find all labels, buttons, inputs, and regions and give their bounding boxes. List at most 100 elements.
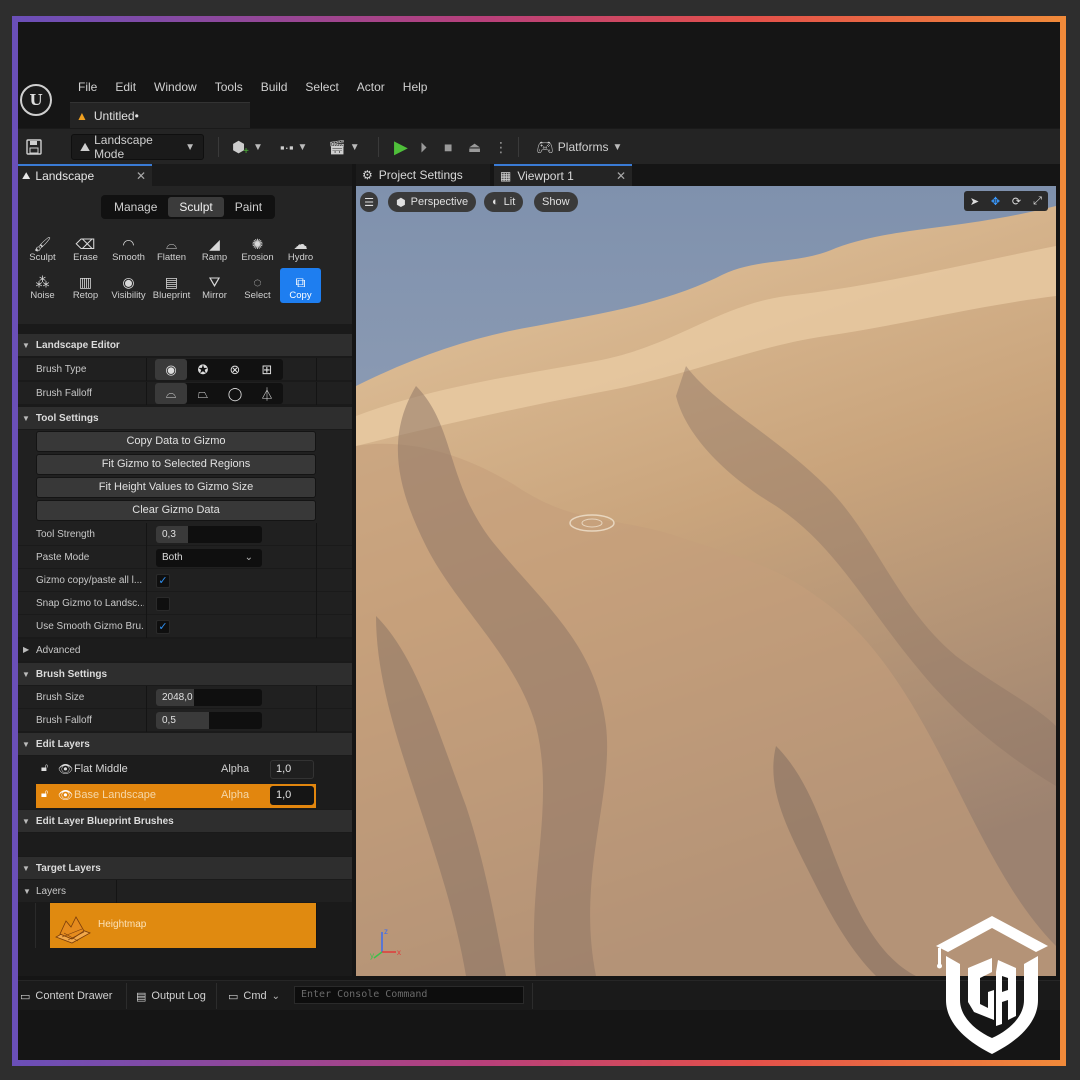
tool-flatten[interactable]: ⌓ Flatten	[151, 230, 192, 265]
brush-size-slider[interactable]: 2048,0	[156, 689, 262, 706]
section-blueprint-brushes[interactable]: ▼ Edit Layer Blueprint Brushes	[18, 810, 352, 832]
menu-tools[interactable]: Tools	[206, 80, 252, 94]
save-icon[interactable]	[26, 134, 42, 160]
landscape-tab[interactable]: ⛰ Landscape ✕	[18, 164, 152, 186]
column-divider	[316, 709, 317, 732]
content-drawer-button[interactable]: ▭ Content Drawer	[20, 987, 112, 1005]
menu-edit[interactable]: Edit	[106, 80, 145, 94]
tool-sculpt[interactable]: 🖌︎ Sculpt	[22, 230, 63, 265]
section-brush-settings[interactable]: ▼ Brush Settings	[18, 663, 352, 685]
step-button[interactable]: ⏵︎	[420, 134, 427, 160]
menu-file[interactable]: File	[69, 80, 106, 94]
circle-brush-icon[interactable]: ◉	[155, 359, 187, 380]
tool-smooth[interactable]: ◠ Smooth	[108, 230, 149, 265]
clear-gizmo-data-button[interactable]: Clear Gizmo Data	[36, 500, 316, 521]
translate-icon[interactable]: ✥	[985, 191, 1006, 211]
mode-manage[interactable]: Manage	[103, 197, 168, 217]
terrain-render	[356, 186, 1056, 976]
platforms-button[interactable]: 🎮︎ Platforms ▼	[536, 134, 622, 160]
plus-icon: +	[243, 145, 249, 157]
unreal-logo-icon[interactable]: U	[20, 84, 52, 116]
tool-mirror[interactable]: ⛛ Mirror	[194, 268, 235, 303]
scale-icon[interactable]: ⤢	[1027, 191, 1048, 211]
add-actor-button[interactable]: ⬢ + ▼	[232, 134, 263, 160]
tab-viewport-1[interactable]: ▦ Viewport 1 ✕	[494, 164, 632, 186]
alpha-input[interactable]: 1,0	[270, 786, 314, 805]
unlock-icon[interactable]: 🔓︎	[41, 762, 48, 775]
collapse-arrow-icon: ▼	[22, 669, 30, 679]
level-viewport[interactable]: ☰ ⬢ Perspective ◐ Lit Show ➤ ✥ ⟳ ⤢ z x y	[356, 186, 1056, 976]
eye-icon[interactable]: 👁︎	[58, 762, 73, 776]
section-tool-settings[interactable]: ▼ Tool Settings	[18, 407, 352, 429]
tool-blueprint[interactable]: ▤ Blueprint	[151, 268, 192, 303]
pattern-brush-icon[interactable]: ⊗	[219, 359, 251, 380]
expand-arrow-icon: ▶	[23, 645, 30, 654]
collapse-arrow-icon: ▼	[22, 816, 30, 826]
tip-falloff-icon[interactable]: ⏃	[251, 383, 283, 404]
spherical-falloff-icon[interactable]: ◯	[219, 383, 251, 404]
lit-button[interactable]: ◐ Lit	[484, 192, 524, 212]
cmd-selector[interactable]: ▭ Cmd ⌄	[228, 987, 280, 1005]
fit-gizmo-button[interactable]: Fit Gizmo to Selected Regions	[36, 454, 316, 475]
tool-strength-slider[interactable]: 0,3	[156, 526, 262, 543]
play-options-button[interactable]: ⋮	[494, 134, 508, 160]
mode-paint[interactable]: Paint	[224, 197, 273, 217]
layer-base-landscape[interactable]: 🔓︎ 👁︎ Base Landscape Alpha 1,0	[36, 784, 316, 808]
smooth-falloff-icon[interactable]: ⌓	[155, 383, 187, 404]
linear-falloff-icon[interactable]: ⏢	[187, 383, 219, 404]
tool-visibility[interactable]: ◉ Visibility	[108, 268, 149, 303]
perspective-button[interactable]: ⬢ Perspective	[388, 192, 477, 212]
select-cursor-icon[interactable]: ➤	[964, 191, 985, 211]
unlock-icon[interactable]: 🔓︎	[41, 788, 48, 801]
play-button[interactable]: ▶	[394, 134, 408, 160]
menu-window[interactable]: Window	[145, 80, 206, 94]
show-button[interactable]: Show	[534, 192, 578, 212]
close-icon[interactable]: ✕	[616, 169, 626, 183]
menu-select[interactable]: Select	[296, 80, 347, 94]
cinematics-menu-button[interactable]: 🎬︎ ▼	[328, 134, 360, 160]
tool-erosion[interactable]: ✺ Erosion	[237, 230, 278, 265]
mirror-icon: ⛛	[208, 274, 221, 290]
section-landscape-editor[interactable]: ▼ Landscape Editor	[18, 334, 352, 356]
mode-sculpt[interactable]: Sculpt	[168, 197, 224, 217]
alpha-input[interactable]: 1,0	[270, 760, 314, 779]
eject-button[interactable]: ⏏	[468, 134, 481, 160]
snap-gizmo-checkbox[interactable]	[156, 597, 170, 611]
component-brush-icon[interactable]: ⊞	[251, 359, 283, 380]
output-log-button[interactable]: ▤ Output Log	[136, 987, 206, 1005]
gizmo-copy-checkbox[interactable]: ✓	[156, 574, 170, 588]
tool-erase[interactable]: ⌫ Erase	[65, 230, 106, 265]
log-icon: ▤	[136, 990, 147, 1003]
menu-actor[interactable]: Actor	[348, 80, 394, 94]
menu-build[interactable]: Build	[252, 80, 297, 94]
heightmap-layer[interactable]: Heightmap	[50, 903, 316, 948]
layers-row[interactable]: ▼ Layers	[18, 880, 352, 903]
stop-button[interactable]: ■	[444, 134, 452, 160]
fit-height-values-button[interactable]: Fit Height Values to Gizmo Size	[36, 477, 316, 498]
document-tab[interactable]: ▲ Untitled•	[70, 102, 250, 128]
tool-ramp[interactable]: ◢ Ramp	[194, 230, 235, 265]
menu-help[interactable]: Help	[394, 80, 437, 94]
layer-flat-middle[interactable]: 🔓︎ 👁︎ Flat Middle Alpha 1,0	[36, 758, 316, 782]
advanced-row[interactable]: ▶ Advanced	[18, 639, 352, 662]
rotate-icon[interactable]: ⟳	[1006, 191, 1027, 211]
console-input[interactable]: Enter Console Command	[294, 986, 524, 1004]
section-edit-layers[interactable]: ▼ Edit Layers	[18, 733, 352, 755]
section-target-layers[interactable]: ▼ Target Layers	[18, 857, 352, 879]
copy-data-to-gizmo-button[interactable]: Copy Data to Gizmo	[36, 431, 316, 452]
tab-project-settings[interactable]: ⚙ Project Settings	[356, 164, 490, 186]
tool-hydro[interactable]: ☁ Hydro	[280, 230, 321, 265]
tool-retop[interactable]: ▥ Retop	[65, 268, 106, 303]
close-icon[interactable]: ✕	[136, 169, 146, 183]
tool-copy[interactable]: ⧉ Copy	[280, 268, 321, 303]
tool-select[interactable]: ◌ Select	[237, 268, 278, 303]
viewport-menu-button[interactable]: ☰	[360, 192, 378, 212]
mode-selector[interactable]: ⛰ Landscape Mode ▼	[71, 133, 204, 161]
paste-mode-dropdown[interactable]: Both ⌄	[156, 549, 262, 567]
brush-falloff-slider[interactable]: 0,5	[156, 712, 262, 729]
blueprint-menu-button[interactable]: ▪·▪ ▼	[280, 134, 307, 160]
eye-icon[interactable]: 👁︎	[58, 788, 73, 802]
use-smooth-checkbox[interactable]: ✓	[156, 620, 170, 634]
alpha-brush-icon[interactable]: ✪	[187, 359, 219, 380]
tool-noise[interactable]: ⁂ Noise	[22, 268, 63, 303]
